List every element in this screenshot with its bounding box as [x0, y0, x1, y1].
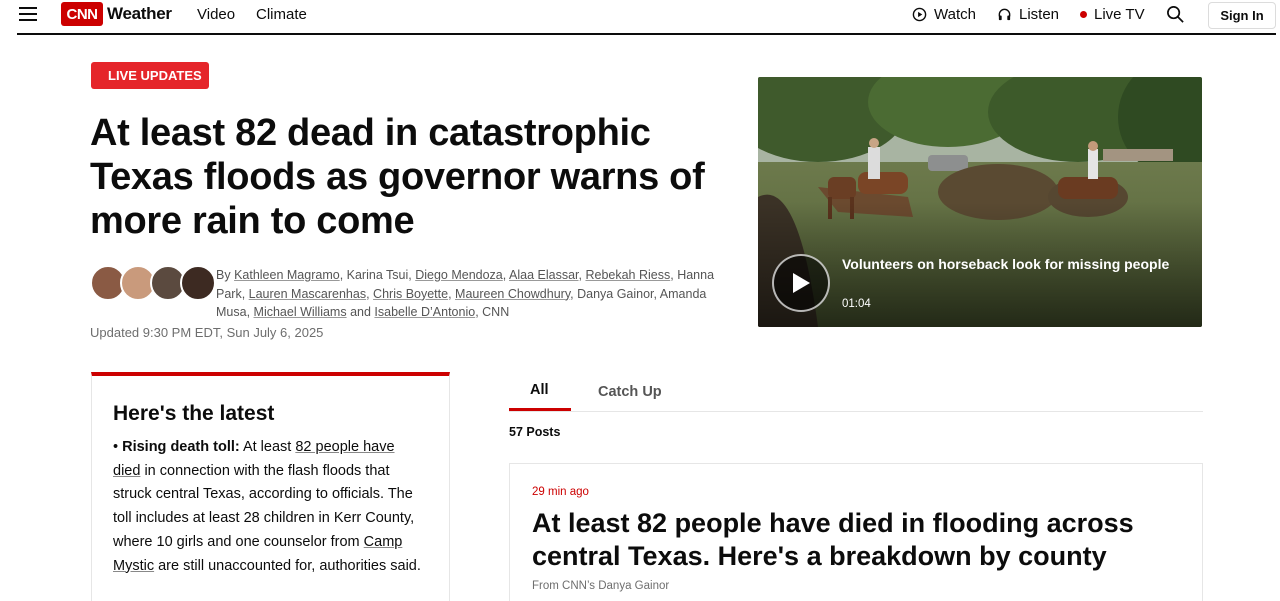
play-button[interactable] — [772, 254, 830, 312]
site-header: CNN Weather Video Climate Watch Listen L… — [0, 0, 1280, 34]
author-link[interactable]: Alaa Elassar — [509, 268, 578, 282]
headphones-icon — [998, 8, 1011, 21]
latest-summary-box: Here's the latest • Rising death toll: A… — [91, 372, 450, 601]
author-name: Karina Tsui — [346, 268, 409, 282]
play-circle-icon — [912, 7, 927, 22]
listen-button[interactable]: Listen — [997, 6, 1059, 23]
search-icon[interactable] — [1166, 5, 1185, 24]
live-tv-button[interactable]: Live TV — [1080, 6, 1145, 23]
latest-text: At least — [239, 439, 296, 455]
post-card: 29 min ago At least 82 people have died … — [509, 463, 1203, 601]
author-link[interactable]: Isabelle D’Antonio — [374, 305, 475, 319]
post-timestamp: 29 min ago — [532, 486, 589, 498]
tab-catch-up[interactable]: Catch Up — [598, 384, 662, 400]
nav-video-link[interactable]: Video — [197, 6, 235, 23]
bullet-glyph: • — [113, 439, 123, 455]
author-link[interactable]: Rebekah Riess — [585, 268, 670, 282]
video-caption[interactable]: Volunteers on horseback look for missing… — [842, 255, 1172, 273]
header-divider — [17, 33, 1276, 35]
byline: By Kathleen Magramo, Karina Tsui, Diego … — [216, 268, 715, 319]
watch-button[interactable]: Watch — [912, 6, 976, 23]
author-link[interactable]: Chris Boyette — [373, 287, 448, 301]
cnn-logo-mark: CNN — [61, 2, 103, 26]
tab-all[interactable]: All — [530, 382, 549, 398]
live-dot-icon — [1080, 11, 1087, 18]
active-tab-indicator — [509, 408, 571, 411]
author-link[interactable]: Lauren Mascarenhas — [249, 287, 366, 301]
nav-climate-link[interactable]: Climate — [256, 6, 307, 23]
updated-timestamp: Updated 9:30 PM EDT, Sun July 6, 2025 — [90, 325, 324, 340]
latest-text: are still unaccounted for, authorities s… — [154, 557, 421, 574]
live-tv-label: Live TV — [1094, 6, 1145, 23]
latest-heading: Here's the latest — [113, 402, 275, 425]
author-name: Danya Gainor — [577, 286, 654, 301]
live-updates-badge: LIVE UPDATES — [91, 62, 209, 89]
post-count: 57 Posts — [509, 425, 561, 439]
post-attribution: From CNN’s Danya Gainor — [532, 580, 670, 592]
latest-body: • Rising death toll: At least 82 people … — [113, 436, 423, 578]
video-duration: 01:04 — [842, 298, 871, 310]
play-icon — [793, 273, 810, 293]
video-player[interactable]: Volunteers on horseback look for missing… — [758, 77, 1202, 327]
bullet-label: Rising death toll: — [122, 439, 240, 455]
author-link[interactable]: Kathleen Magramo — [234, 268, 340, 282]
sign-in-button[interactable]: Sign In — [1208, 2, 1276, 29]
post-title[interactable]: At least 82 people have died in flooding… — [532, 507, 1192, 573]
posts-tabs: All Catch Up — [509, 370, 1203, 412]
listen-label: Listen — [1019, 6, 1060, 23]
author-link[interactable]: Maureen Chowdhury — [455, 287, 570, 301]
menu-icon[interactable] — [19, 7, 37, 21]
author-link[interactable]: Diego Mendoza — [415, 268, 503, 282]
author-avatars — [90, 265, 216, 303]
author-link[interactable]: Michael Williams — [254, 305, 347, 319]
section-name: Weather — [107, 4, 172, 23]
page-headline: At least 82 dead in catastrophic Texas f… — [90, 112, 705, 242]
avatar — [180, 265, 216, 301]
watch-label: Watch — [934, 6, 976, 23]
cnn-weather-logo[interactable]: CNN Weather — [61, 2, 172, 26]
